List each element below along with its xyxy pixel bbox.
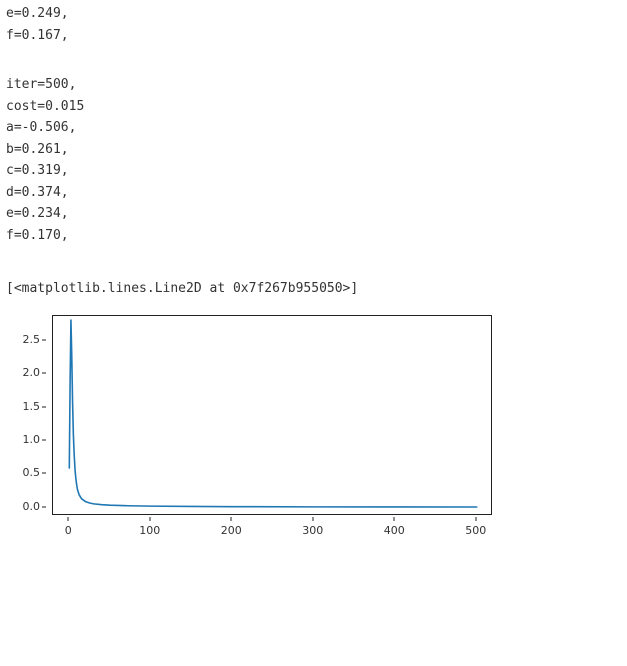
y-tick-mark bbox=[42, 506, 46, 507]
output-line: e=0.249, bbox=[6, 4, 621, 24]
y-tick-mark bbox=[42, 439, 46, 440]
x-tick-mark bbox=[149, 517, 150, 521]
spacer bbox=[6, 47, 621, 75]
y-tick-label: 2.5 bbox=[23, 332, 41, 349]
x-tick-mark bbox=[312, 517, 313, 521]
cell-output-block-2: iter=500, cost=0.015 a=-0.506, b=0.261, … bbox=[6, 75, 621, 245]
x-tick-label: 400 bbox=[384, 523, 405, 540]
cell-output-block-1: e=0.249, f=0.167, bbox=[6, 4, 621, 45]
x-tick-label: 200 bbox=[221, 523, 242, 540]
x-tick-mark bbox=[68, 517, 69, 521]
output-line: b=0.261, bbox=[6, 140, 621, 160]
output-line: iter=500, bbox=[6, 75, 621, 95]
output-line: d=0.374, bbox=[6, 183, 621, 203]
y-axis-ticks: 0.0 0.5 1.0 1.5 2.0 2.5 bbox=[6, 315, 46, 515]
y-tick-mark bbox=[42, 339, 46, 340]
output-line: c=0.319, bbox=[6, 161, 621, 181]
plot-area bbox=[52, 315, 492, 515]
cost-line-chart: 0.0 0.5 1.0 1.5 2.0 2.5 0 100 200 300 400 500 bbox=[6, 307, 506, 537]
y-tick-label: 1.5 bbox=[23, 398, 41, 415]
output-line: f=0.170, bbox=[6, 226, 621, 246]
x-tick-mark bbox=[475, 517, 476, 521]
output-line: a=-0.506, bbox=[6, 118, 621, 138]
y-tick-label: 2.0 bbox=[23, 365, 41, 382]
y-tick-label: 0.0 bbox=[23, 498, 41, 515]
x-tick-label: 0 bbox=[65, 523, 72, 540]
plot-svg bbox=[53, 316, 493, 516]
y-tick-mark bbox=[42, 406, 46, 407]
y-tick-mark bbox=[42, 373, 46, 374]
series-line bbox=[69, 320, 476, 507]
x-tick-label: 500 bbox=[465, 523, 486, 540]
output-line: f=0.167, bbox=[6, 26, 621, 46]
x-tick-mark bbox=[231, 517, 232, 521]
output-line: cost=0.015 bbox=[6, 97, 621, 117]
x-tick-mark bbox=[394, 517, 395, 521]
y-tick-mark bbox=[42, 473, 46, 474]
x-tick-label: 100 bbox=[139, 523, 160, 540]
x-tick-label: 300 bbox=[302, 523, 323, 540]
cell-result-repr: [<matplotlib.lines.Line2D at 0x7f267b955… bbox=[6, 279, 621, 299]
spacer bbox=[6, 247, 621, 279]
y-tick-label: 1.0 bbox=[23, 432, 41, 449]
output-line: e=0.234, bbox=[6, 204, 621, 224]
x-axis-ticks: 0 100 200 300 400 500 bbox=[52, 517, 492, 537]
y-tick-label: 0.5 bbox=[23, 465, 41, 482]
